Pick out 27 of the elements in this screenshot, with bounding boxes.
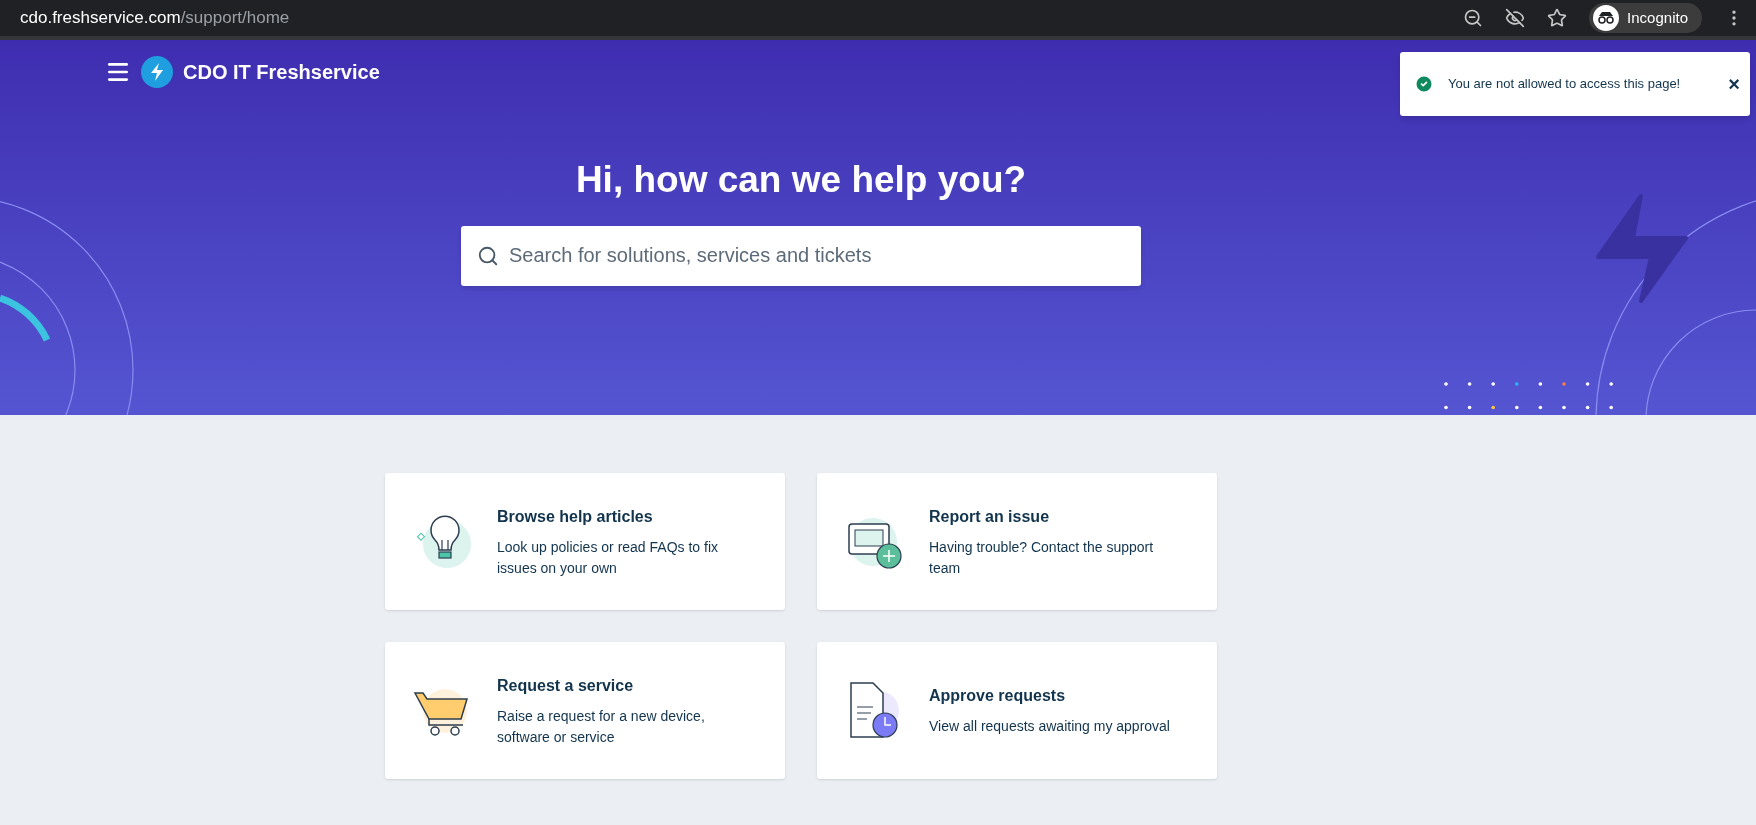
card-description: Having trouble? Contact the support team [929,537,1155,578]
site-title[interactable]: CDO IT Freshservice [183,57,380,87]
card-title: Request a service [497,675,635,696]
incognito-avatar-icon [1593,5,1620,31]
profile-label: Incognito [1627,7,1688,28]
logo-icon [141,56,173,88]
feature-card[interactable]: Browse help articles Look up policies or read FAQs to fix issues on your own [385,473,785,610]
eye-off-icon[interactable] [1505,8,1526,28]
star-icon[interactable] [1547,8,1568,28]
feature-card[interactable]: Report an issue Having trouble? Contact the support team [817,473,1217,610]
url-text[interactable]: cdo.freshservice.com/support/home [20,5,290,31]
card-title: Browse help articles [497,506,654,527]
feature-card[interactable]: Request a service Raise a request for a new device, software or service [385,642,785,779]
toast-message: You are not allowed to access this page! [1448,75,1681,94]
card-description: Raise a request for a new device, software or service [497,706,706,747]
check-circle-icon [1414,74,1434,94]
close-button[interactable]: × [1728,74,1740,94]
card-title: Approve requests [929,686,1067,706]
card-description: View all requests awaiting my approval [929,717,1171,736]
card-description: Look up policies or read FAQs to fix issues on your own [497,537,719,578]
search-field[interactable]: Search for solutions, services and tickets [461,225,1141,286]
hero-heading: Hi, how can we help you? [575,158,1027,202]
feature-card[interactable]: Approve requests View all requests awaiting my approval [817,642,1217,779]
incognito-profile-chip[interactable]: Incognito [1589,3,1702,33]
zoom-out-icon[interactable] [1463,8,1484,28]
card-title: Report an issue [929,506,1051,527]
search-icon [477,244,499,267]
